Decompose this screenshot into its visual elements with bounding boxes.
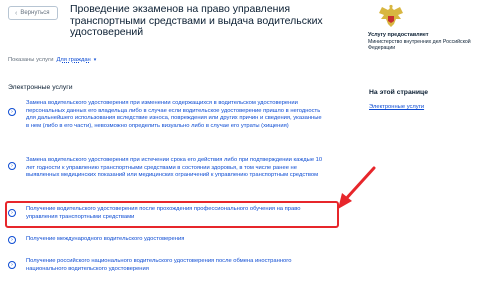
service-item[interactable]: › Получение международного водительского… — [8, 236, 343, 244]
service-link[interactable]: Получение международного водительского у… — [26, 236, 326, 244]
back-button-label: Вернуться — [20, 10, 50, 16]
chevron-right-icon: › — [8, 108, 16, 116]
toc-title: На этой странице — [369, 89, 428, 96]
chevron-right-icon: › — [8, 236, 16, 244]
emblem-icon — [379, 4, 403, 27]
table-of-contents: На этой странице Электронные услуги — [369, 89, 474, 110]
service-item[interactable]: › Замена водительского удостоверения при… — [8, 157, 343, 180]
provider-label: Услугу предоставляет — [368, 32, 429, 38]
service-link[interactable]: Замена водительского удостоверения при и… — [26, 157, 326, 180]
service-link[interactable]: Замена водительского удостоверения при и… — [26, 100, 326, 130]
section-title: Электронные услуги — [8, 84, 73, 91]
chevron-down-icon: ▾ — [93, 57, 97, 63]
toc-item[interactable]: Электронные услуги — [369, 104, 474, 110]
chevron-left-icon: ‹ — [15, 9, 18, 17]
highlight-box — [5, 201, 339, 228]
page-title: Проведение экзаменов на право управления… — [70, 3, 323, 38]
service-link[interactable]: Получение российского национального води… — [26, 258, 326, 273]
filter-dropdown[interactable]: Для граждан — [56, 57, 90, 63]
service-item[interactable]: › Получение российского национального во… — [8, 258, 343, 273]
arrow-annotation-icon — [338, 166, 376, 209]
chevron-right-icon: › — [8, 162, 16, 170]
service-item[interactable]: › Замена водительского удостоверения при… — [8, 100, 343, 130]
provider-name: Министерство внутренних дел Российской Ф… — [368, 39, 471, 52]
service-filter: Показаны услуги Для граждан ▾ — [8, 57, 96, 63]
filter-label: Показаны услуги — [8, 57, 54, 63]
chevron-right-icon: › — [8, 261, 16, 269]
back-button[interactable]: ‹ Вернуться — [8, 6, 58, 20]
